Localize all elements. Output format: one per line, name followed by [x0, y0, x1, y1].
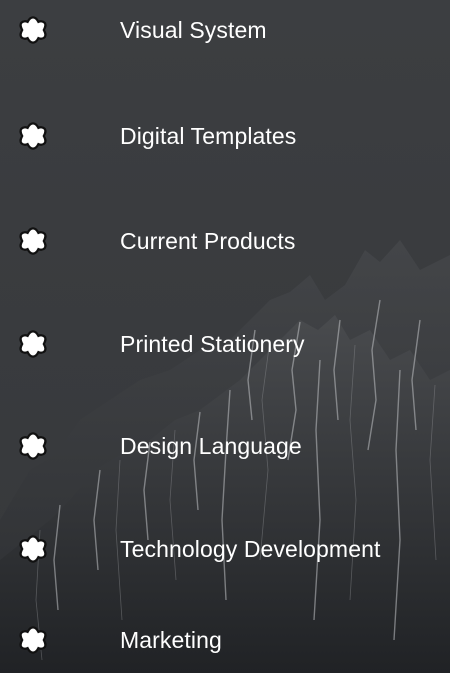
menu-item-digital-templates[interactable]: Digital Templates [0, 106, 450, 166]
menu-item-label: Current Products [120, 228, 296, 254]
flower-icon [19, 535, 47, 563]
flower-icon [19, 330, 47, 358]
menu-item-current-products[interactable]: Current Products [0, 211, 450, 271]
flower-icon [19, 626, 47, 654]
menu-item-design-language[interactable]: Design Language [0, 416, 450, 476]
flower-icon [19, 122, 47, 150]
menu-item-label: Marketing [120, 627, 222, 653]
flower-icon [19, 16, 47, 44]
menu-item-label: Design Language [120, 433, 302, 459]
flower-icon [19, 227, 47, 255]
menu-list: Visual System Digital Templates Current … [0, 0, 450, 673]
menu-item-visual-system[interactable]: Visual System [0, 0, 450, 60]
menu-item-label: Visual System [120, 17, 267, 43]
menu-screen: Visual System Digital Templates Current … [0, 0, 450, 673]
menu-item-label: Digital Templates [120, 123, 297, 149]
menu-item-marketing[interactable]: Marketing [0, 610, 450, 670]
flower-icon [19, 432, 47, 460]
menu-item-technology-development[interactable]: Technology Development [0, 519, 450, 579]
menu-item-label: Printed Stationery [120, 331, 305, 357]
menu-item-printed-stationery[interactable]: Printed Stationery [0, 314, 450, 374]
menu-item-label: Technology Development [120, 536, 381, 562]
